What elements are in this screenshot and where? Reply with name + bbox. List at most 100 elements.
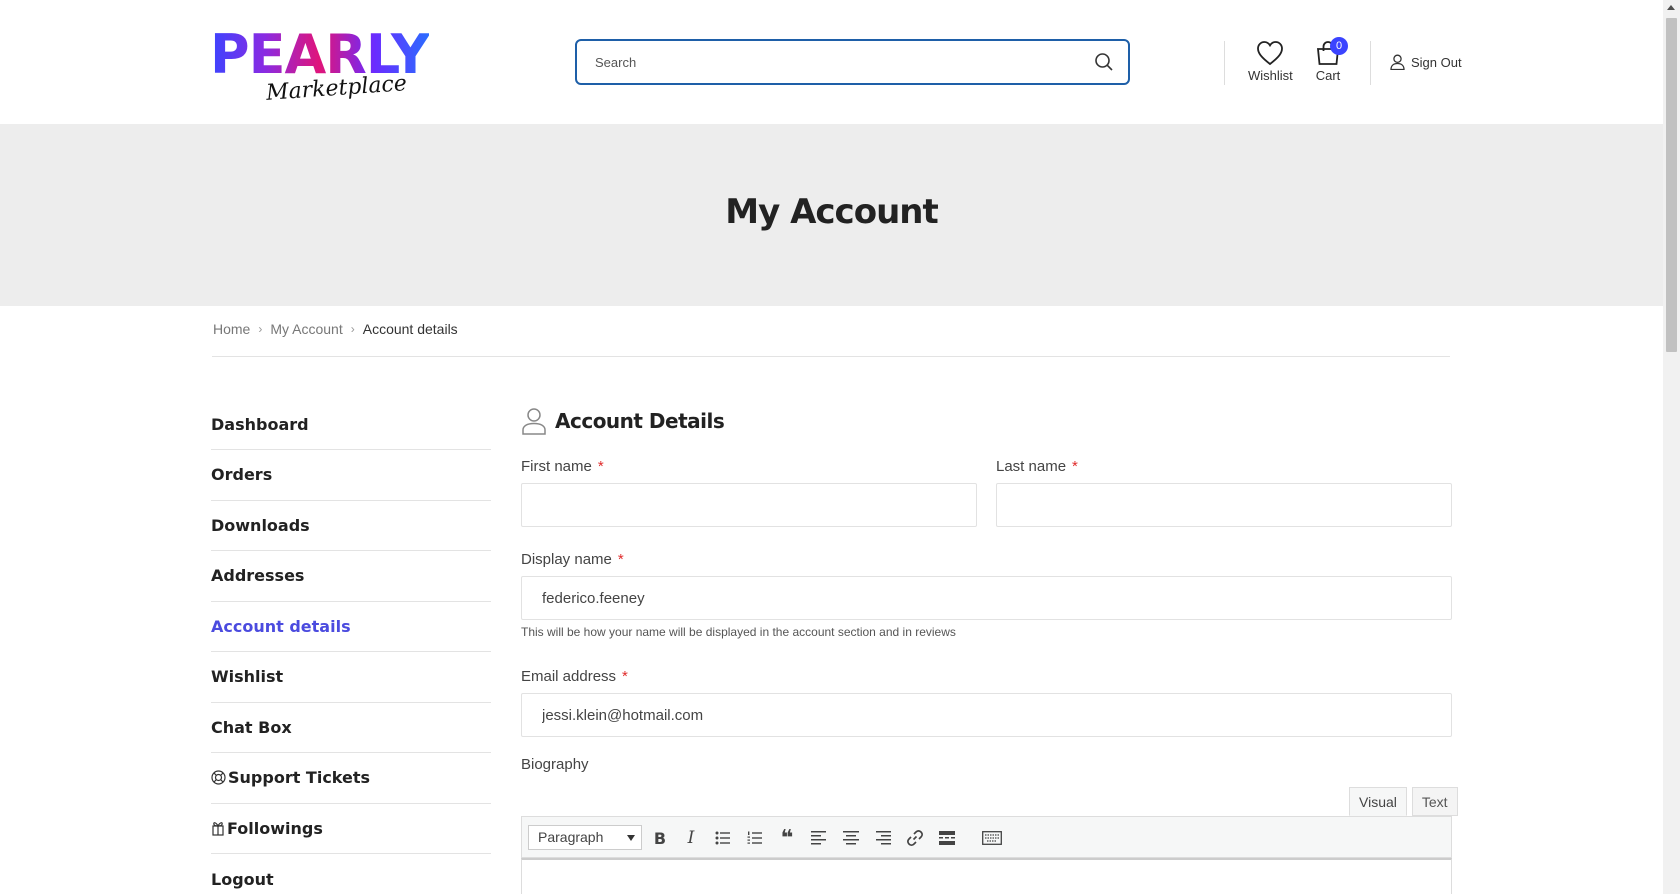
align-right-button[interactable] — [872, 827, 894, 849]
numbered-list-icon — [747, 831, 762, 844]
site-header: PEARLY Marketplace Wishlist 0 Cart Sign … — [0, 0, 1663, 124]
last-name-label: Last name * — [996, 458, 1078, 475]
sign-out-label: Sign Out — [1411, 54, 1462, 70]
search-box — [575, 39, 1130, 85]
search-input[interactable] — [595, 41, 1075, 83]
toolbar-toggle-button[interactable] — [980, 827, 1004, 849]
sidebar-item-label: Dashboard — [211, 414, 309, 434]
brand-logo[interactable]: PEARLY Marketplace — [210, 28, 445, 106]
first-name-label-text: First name — [521, 458, 592, 475]
sidebar-item-label: Account details — [211, 616, 351, 636]
sidebar-item-orders[interactable]: Orders — [211, 450, 491, 501]
sidebar-item-support-tickets[interactable]: Support Tickets — [211, 753, 491, 804]
breadcrumb: Home › My Account › Account details — [213, 321, 458, 337]
wishlist-label: Wishlist — [1248, 68, 1293, 83]
sidebar-item-addresses[interactable]: Addresses — [211, 551, 491, 602]
biography-editor[interactable] — [521, 858, 1452, 894]
sidebar-item-chat-box[interactable]: Chat Box — [211, 703, 491, 753]
page-hero: My Account — [0, 124, 1663, 306]
sidebar-item-label: Wishlist — [211, 667, 284, 687]
chevron-right-icon: › — [258, 322, 263, 336]
account-sidebar: Dashboard Orders Downloads Addresses Acc… — [211, 399, 491, 894]
sidebar-item-label: Orders — [211, 465, 273, 485]
wishlist-link[interactable]: Wishlist — [1248, 40, 1293, 83]
sidebar-item-dashboard[interactable]: Dashboard — [211, 399, 491, 450]
insert-link-button[interactable] — [904, 827, 926, 849]
scroll-thumb[interactable] — [1666, 18, 1677, 352]
search-icon[interactable] — [1094, 52, 1114, 72]
display-name-hint: This will be how your name will be displ… — [521, 625, 956, 639]
sidebar-item-label: Addresses — [211, 566, 305, 586]
header-divider — [1370, 41, 1371, 85]
display-name-label-text: Display name — [521, 551, 612, 568]
user-icon — [1390, 54, 1405, 70]
last-name-label-text: Last name — [996, 458, 1067, 475]
align-left-button[interactable] — [808, 827, 830, 849]
sidebar-item-followings[interactable]: Followings — [211, 804, 491, 854]
user-icon — [522, 408, 546, 435]
sidebar-item-wishlist[interactable]: Wishlist — [211, 652, 491, 703]
display-name-field — [521, 576, 1452, 620]
italic-icon: I — [687, 828, 695, 848]
align-center-button[interactable] — [840, 827, 862, 849]
italic-button[interactable]: I — [680, 827, 702, 849]
tab-visual[interactable]: Visual — [1349, 787, 1407, 816]
first-name-label: First name * — [521, 458, 604, 475]
read-more-icon — [939, 831, 955, 845]
editor-toolbar: Paragraph B I ❝ — [521, 816, 1452, 858]
required-mark: * — [617, 551, 624, 568]
sidebar-item-downloads[interactable]: Downloads — [211, 501, 491, 551]
display-name-label: Display name * — [521, 551, 624, 568]
format-select[interactable]: Paragraph — [528, 825, 642, 850]
sidebar-item-logout[interactable]: Logout — [211, 854, 491, 894]
quote-icon: ❝ — [780, 825, 794, 850]
blockquote-button[interactable]: ❝ — [776, 827, 798, 849]
align-right-icon — [876, 831, 891, 845]
align-left-icon — [811, 831, 826, 845]
read-more-button[interactable] — [936, 827, 958, 849]
editor-tabs: Visual Text — [1344, 787, 1458, 816]
cart-link[interactable]: 0 Cart — [1310, 37, 1348, 83]
sidebar-item-account-details[interactable]: Account details — [211, 602, 491, 652]
sidebar-item-label: Followings — [227, 818, 323, 838]
format-select-value: Paragraph — [538, 829, 604, 845]
breadcrumb-my-account[interactable]: My Account — [270, 321, 342, 337]
last-name-input[interactable] — [997, 484, 1451, 526]
display-name-input[interactable] — [522, 577, 1451, 619]
numbered-list-button[interactable] — [744, 827, 766, 849]
section-title: Account Details — [521, 407, 725, 435]
first-name-input[interactable] — [522, 484, 976, 526]
sidebar-item-label: Support Tickets — [228, 768, 371, 788]
bullet-list-icon — [715, 831, 730, 845]
page-title: My Account — [725, 192, 938, 232]
caret-down-icon — [627, 835, 635, 841]
biography-label: Biography — [521, 756, 589, 773]
email-input[interactable] — [522, 694, 1451, 736]
sign-out-link[interactable]: Sign Out — [1390, 54, 1462, 70]
lifebuoy-icon — [211, 770, 226, 785]
first-name-field — [521, 483, 977, 527]
email-label-text: Email address — [521, 668, 617, 685]
bold-button[interactable]: B — [649, 827, 671, 849]
section-title-text: Account Details — [555, 409, 725, 433]
header-divider — [1224, 41, 1225, 85]
link-icon — [907, 830, 923, 846]
keyboard-icon — [982, 831, 1002, 845]
bullet-list-button[interactable] — [712, 827, 734, 849]
page-scrollbar[interactable] — [1663, 0, 1680, 894]
cart-label: Cart — [1315, 68, 1341, 83]
email-label: Email address * — [521, 668, 628, 685]
bold-icon: B — [653, 828, 667, 848]
required-mark: * — [597, 458, 604, 475]
sidebar-item-label: Logout — [211, 869, 274, 889]
tab-text[interactable]: Text — [1411, 787, 1458, 816]
cart-count-badge: 0 — [1330, 37, 1348, 55]
divider — [212, 356, 1450, 357]
chevron-right-icon: › — [350, 322, 355, 336]
sidebar-item-label: Chat Box — [211, 717, 292, 737]
breadcrumb-home[interactable]: Home — [213, 321, 250, 337]
scroll-up-arrow-icon[interactable] — [1667, 5, 1675, 10]
last-name-field — [996, 483, 1452, 527]
breadcrumb-current: Account details — [362, 321, 458, 337]
required-mark: * — [622, 668, 628, 685]
